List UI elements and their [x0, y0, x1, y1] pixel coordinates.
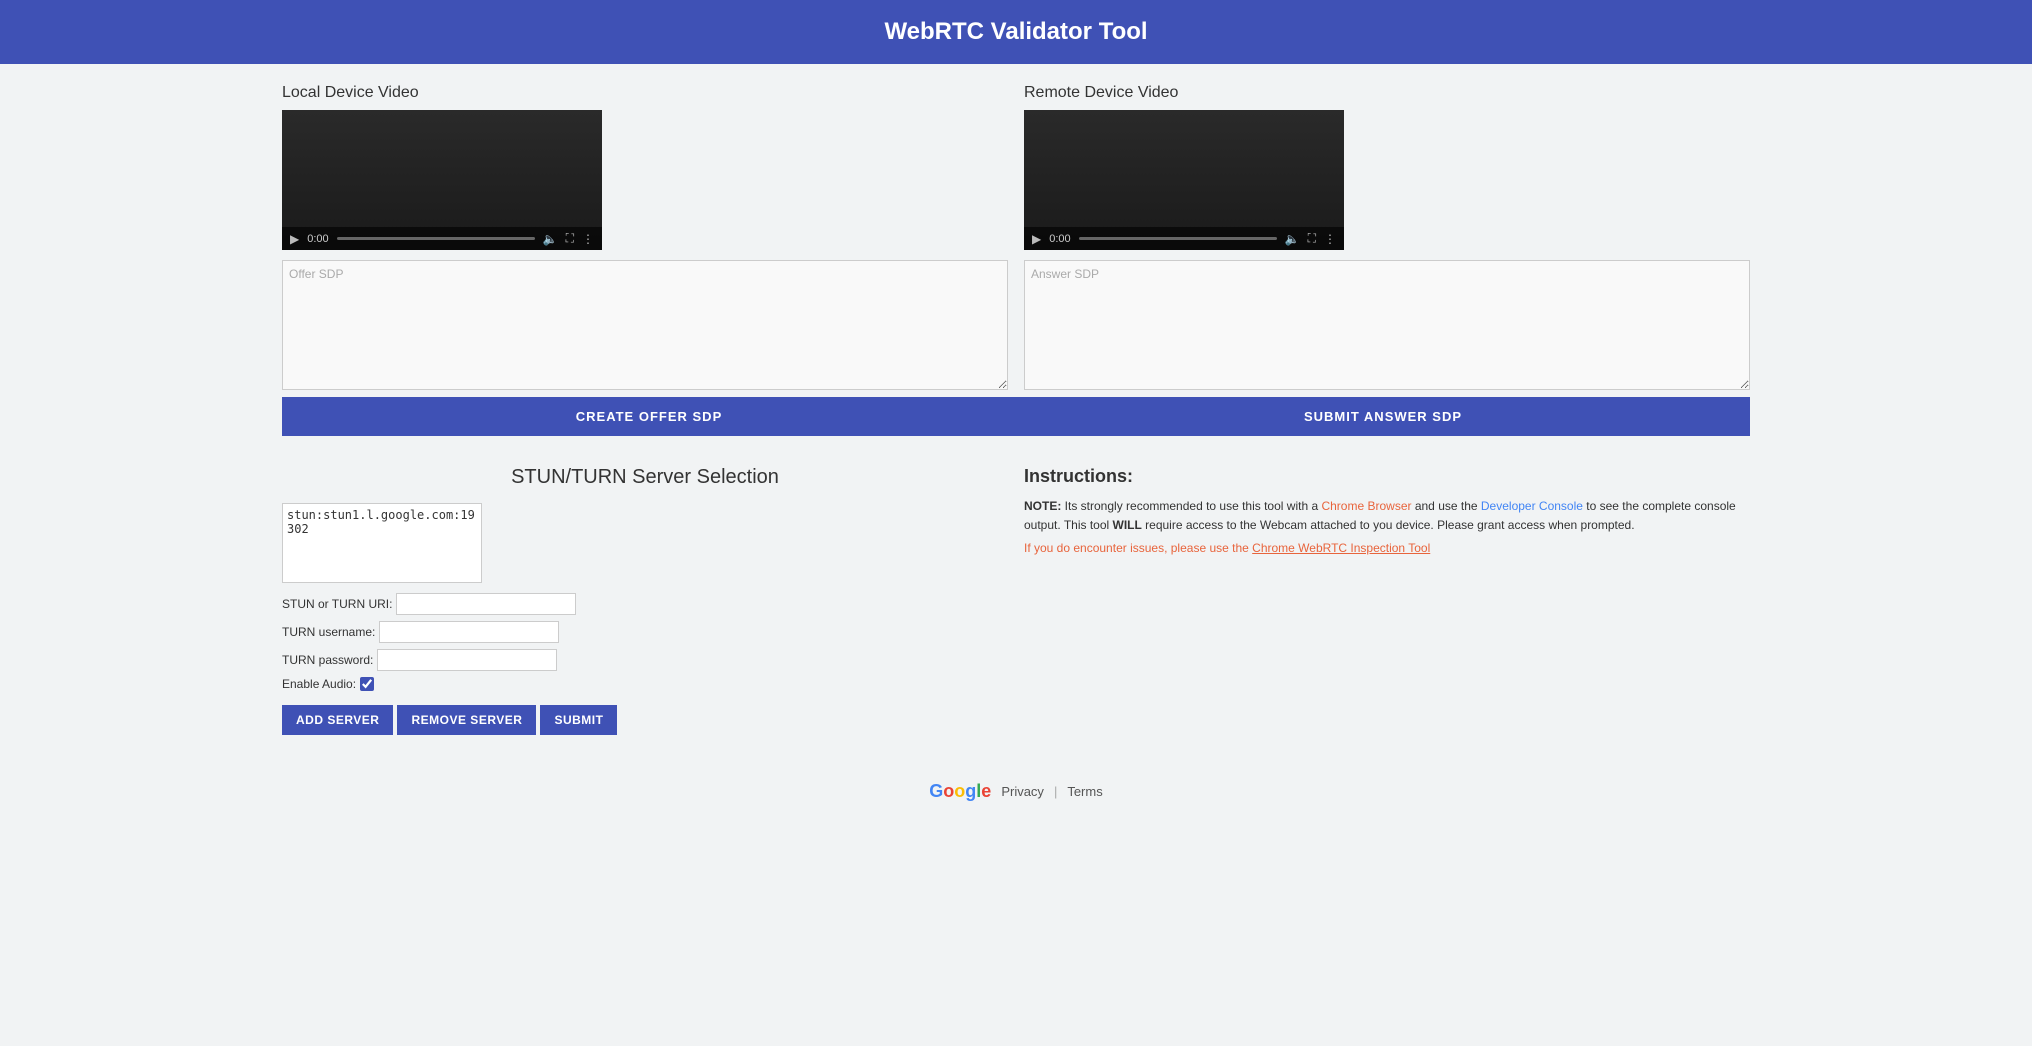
turn-password-label: TURN password: — [282, 653, 373, 667]
instructions-section: Instructions: NOTE: Its strongly recomme… — [1024, 456, 1750, 745]
local-volume-icon[interactable]: 🔈 — [543, 232, 558, 246]
inspection-note: If you do encounter issues, please use t… — [1024, 541, 1750, 555]
remote-play-icon[interactable]: ▶ — [1032, 232, 1041, 246]
remote-video-label: Remote Device Video — [1024, 84, 1750, 102]
enable-audio-row: Enable Audio: — [282, 677, 1008, 691]
remote-video-time: 0:00 — [1049, 233, 1070, 245]
remote-progress-track — [1079, 237, 1277, 240]
note-text2: and use the — [1412, 499, 1481, 513]
will-bold: WILL — [1113, 518, 1142, 532]
footer-separator: | — [1054, 784, 1057, 799]
submit-stun-button[interactable]: SUBMIT — [540, 705, 617, 735]
chrome-browser-link[interactable]: Chrome Browser — [1321, 499, 1411, 513]
remote-more-icon[interactable]: ⋮ — [1324, 232, 1336, 246]
stun-title: STUN/TURN Server Selection — [282, 466, 1008, 489]
turn-uri-row: STUN or TURN URI: — [282, 593, 1008, 615]
turn-username-label: TURN username: — [282, 625, 375, 639]
local-video-time: 0:00 — [307, 233, 328, 245]
dev-console-link[interactable]: Developer Console — [1481, 499, 1583, 513]
stun-buttons-group: ADD SERVER REMOVE SERVER SUBMIT — [282, 705, 1008, 735]
server-list[interactable]: stun:stun1.l.google.com:19302 — [282, 503, 482, 583]
local-fullscreen-icon[interactable]: ⛶ — [566, 231, 574, 246]
terms-link[interactable]: Terms — [1067, 784, 1102, 799]
note-bold: NOTE: — [1024, 499, 1061, 513]
offer-sdp-input[interactable] — [282, 260, 1008, 390]
inspection-note-text: If you do encounter issues, please use t… — [1024, 541, 1252, 555]
turn-password-row: TURN password: — [282, 649, 1008, 671]
local-play-icon[interactable]: ▶ — [290, 232, 299, 246]
local-more-icon[interactable]: ⋮ — [582, 232, 594, 246]
turn-password-input[interactable] — [377, 649, 557, 671]
turn-uri-label: STUN or TURN URI: — [282, 597, 392, 611]
remote-volume-icon[interactable]: 🔈 — [1285, 232, 1300, 246]
instructions-title: Instructions: — [1024, 466, 1750, 487]
enable-audio-checkbox[interactable] — [360, 677, 374, 691]
page-header: WebRTC Validator Tool — [0, 0, 2032, 64]
turn-username-row: TURN username: — [282, 621, 1008, 643]
inspection-link[interactable]: Chrome WebRTC Inspection Tool — [1252, 541, 1430, 555]
answer-sdp-section — [1024, 260, 1750, 393]
turn-username-input[interactable] — [379, 621, 559, 643]
offer-sdp-section — [282, 260, 1008, 393]
answer-sdp-input[interactable] — [1024, 260, 1750, 390]
remote-fullscreen-icon[interactable]: ⛶ — [1308, 231, 1316, 246]
remote-video-player[interactable]: ▶ 0:00 🔈 ⛶ ⋮ — [1024, 110, 1344, 250]
add-server-button[interactable]: ADD SERVER — [282, 705, 393, 735]
instructions-body: NOTE: Its strongly recommended to use th… — [1024, 497, 1750, 535]
note-text1: Its strongly recommended to use this too… — [1061, 499, 1321, 513]
submit-answer-button[interactable]: SUBMIT ANSWER SDP — [1016, 397, 1750, 436]
page-title: WebRTC Validator Tool — [884, 18, 1147, 45]
footer: Google Privacy | Terms — [0, 761, 2032, 822]
stun-section: STUN/TURN Server Selection stun:stun1.l.… — [282, 456, 1008, 745]
google-logo: Google — [929, 781, 991, 802]
local-progress-track — [337, 237, 535, 240]
turn-uri-input[interactable] — [396, 593, 576, 615]
remote-video-section: Remote Device Video ▶ 0:00 🔈 ⛶ ⋮ — [1024, 80, 1750, 397]
enable-audio-label: Enable Audio: — [282, 677, 356, 691]
remove-server-button[interactable]: REMOVE SERVER — [397, 705, 536, 735]
create-offer-button[interactable]: CREATE OFFER SDP — [282, 397, 1016, 436]
privacy-link[interactable]: Privacy — [1001, 784, 1044, 799]
note-text4: require access to the Webcam attached to… — [1142, 518, 1635, 532]
local-video-player[interactable]: ▶ 0:00 🔈 ⛶ ⋮ — [282, 110, 602, 250]
local-video-section: Local Device Video ▶ 0:00 🔈 ⛶ ⋮ — [282, 80, 1008, 397]
local-video-label: Local Device Video — [282, 84, 1008, 102]
